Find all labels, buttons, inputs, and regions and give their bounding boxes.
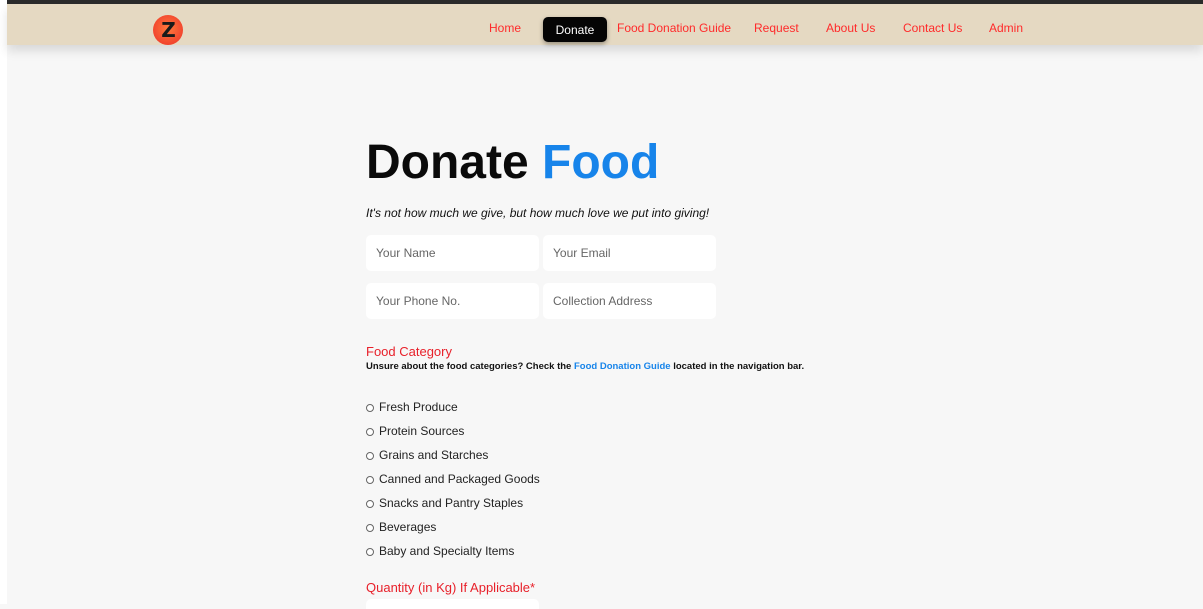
logo-letter: Z [161, 18, 175, 42]
category-option-fresh-produce[interactable]: Fresh Produce [366, 399, 458, 415]
food-donation-guide-link[interactable]: Food Donation Guide [574, 361, 671, 372]
category-option-canned-and-packaged-goods[interactable]: Canned and Packaged Goods [366, 471, 540, 487]
category-option-protein-sources[interactable]: Protein Sources [366, 423, 464, 439]
page-title-main: Donate [366, 136, 529, 189]
collection-address-input[interactable] [543, 283, 716, 319]
category-option-beverages[interactable]: Beverages [366, 519, 436, 535]
quantity-input[interactable] [366, 599, 539, 609]
radio-icon[interactable] [366, 475, 374, 484]
nav-link-donate[interactable]: Donate [543, 17, 607, 42]
category-option-label: Snacks and Pantry Staples [379, 496, 524, 510]
tagline: It's not how much we give, but how much … [366, 206, 710, 220]
food-category-label: Food Category [366, 344, 452, 359]
nav-link-admin[interactable]: Admin [989, 21, 1023, 35]
nav-link-about-us[interactable]: About Us [826, 21, 875, 35]
radio-icon[interactable] [366, 427, 374, 436]
radio-icon[interactable] [366, 499, 374, 508]
nav-link-food-donation-guide[interactable]: Food Donation Guide [617, 21, 731, 35]
category-option-label: Fresh Produce [379, 400, 458, 414]
nav-link-contact-us[interactable]: Contact Us [903, 21, 962, 35]
food-category-note-text: Unsure about the food categories? Check … [366, 361, 574, 372]
food-category-note: Unsure about the food categories? Check … [366, 361, 836, 372]
nav-link-home[interactable]: Home [489, 21, 521, 35]
category-option-label: Protein Sources [379, 424, 465, 438]
radio-icon[interactable] [366, 547, 374, 556]
top-navbar: Z Home Donate Food Donation Guide Reques… [7, 4, 1203, 45]
window-left-edge [0, 0, 7, 604]
nav-link-request[interactable]: Request [754, 21, 799, 35]
phone-input[interactable] [366, 283, 539, 319]
category-option-label: Canned and Packaged Goods [379, 472, 540, 486]
logo[interactable]: Z [153, 15, 183, 45]
radio-icon[interactable] [366, 523, 374, 532]
quantity-label: Quantity (in Kg) If Applicable* [366, 580, 536, 595]
page-title: Donate Food [366, 135, 659, 191]
radio-icon[interactable] [366, 451, 374, 460]
page-title-accent: Food [542, 136, 660, 189]
category-option-snacks-and-pantry-staples[interactable]: Snacks and Pantry Staples [366, 495, 523, 511]
food-category-note-tail: located in the navigation bar. [670, 361, 805, 372]
category-option-label: Grains and Starches [379, 448, 489, 462]
category-option-grains-and-starches[interactable]: Grains and Starches [366, 447, 488, 463]
category-option-baby-and-specialty-items[interactable]: Baby and Specialty Items [366, 543, 514, 559]
email-input[interactable] [543, 235, 716, 271]
radio-icon[interactable] [366, 403, 374, 412]
name-input[interactable] [366, 235, 539, 271]
category-option-label: Baby and Specialty Items [379, 544, 515, 558]
category-option-label: Beverages [379, 520, 437, 534]
